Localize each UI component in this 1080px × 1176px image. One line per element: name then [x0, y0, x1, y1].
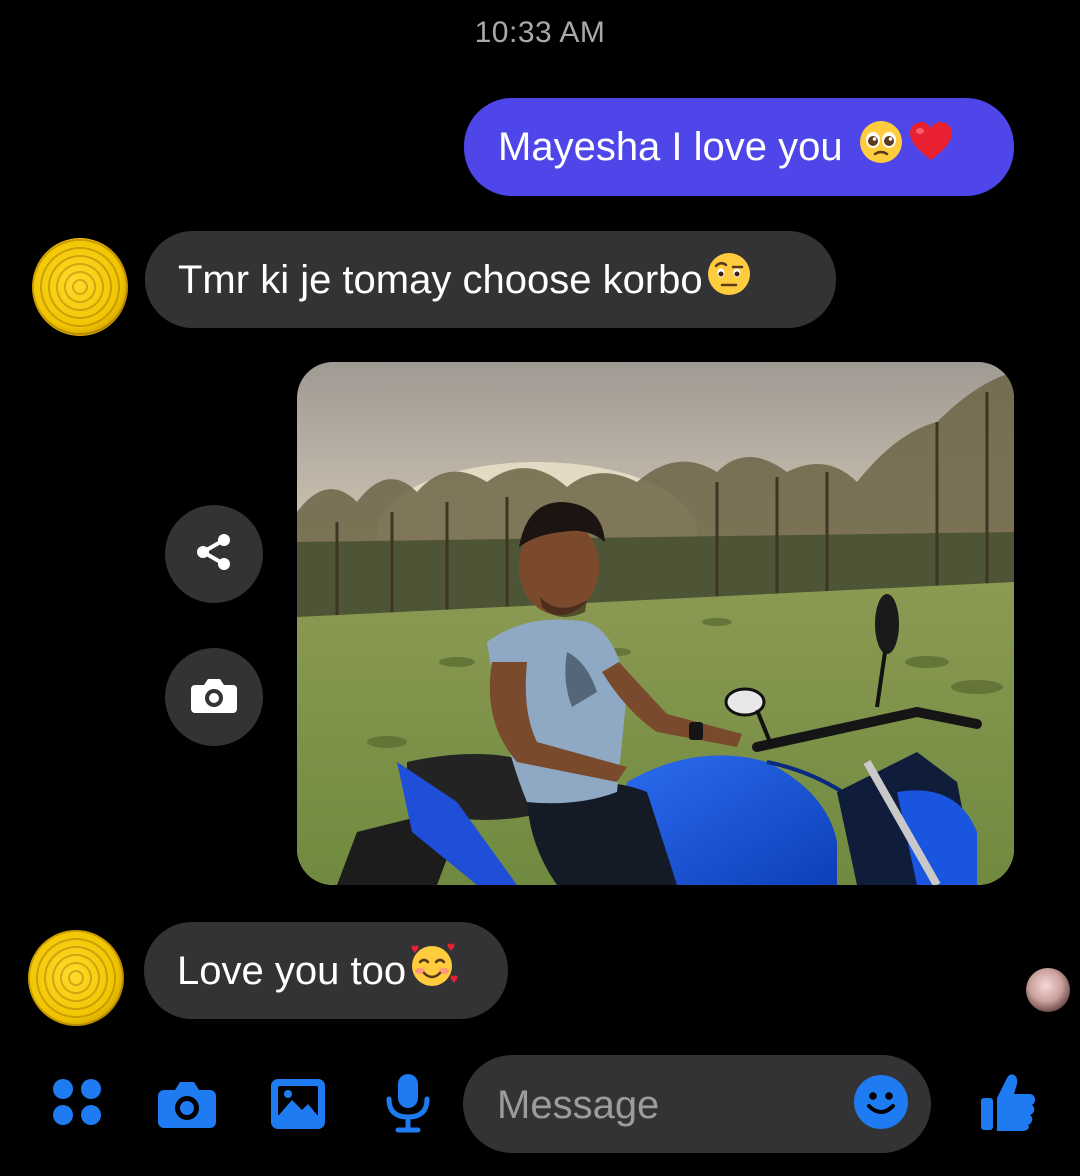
sent-message-bubble[interactable]: Mayesha I love you — [464, 98, 1014, 196]
photo-image — [297, 362, 1014, 885]
message-text: Mayesha I love you — [498, 125, 843, 169]
camera-icon — [157, 1078, 217, 1135]
gallery-icon — [270, 1078, 326, 1135]
received-message-bubble[interactable]: Tmr ki je tomay choose korbo — [145, 231, 836, 328]
face-with-raised-eyebrow-emoji — [705, 250, 753, 309]
camera-save-button[interactable] — [165, 648, 263, 746]
red-heart-emoji — [907, 118, 955, 177]
share-icon — [192, 530, 236, 579]
share-button[interactable] — [165, 505, 263, 603]
camera-button[interactable] — [157, 1080, 217, 1132]
contact-avatar[interactable] — [32, 238, 128, 336]
like-button[interactable] — [980, 1072, 1036, 1137]
seen-receipt-avatar — [1026, 968, 1070, 1012]
apps-icon — [51, 1076, 103, 1133]
microphone-icon — [386, 1073, 430, 1138]
emoji-button[interactable] — [853, 1074, 909, 1135]
message-composer[interactable] — [463, 1055, 931, 1153]
message-text: Tmr ki je tomay choose korbo — [178, 257, 703, 302]
contact-avatar[interactable] — [28, 930, 124, 1026]
message-input[interactable] — [495, 1077, 839, 1133]
photo-message[interactable] — [297, 362, 1014, 885]
thumbs-up-icon — [980, 1072, 1036, 1137]
microphone-button[interactable] — [386, 1073, 430, 1138]
pleading-face-emoji — [857, 118, 905, 177]
gallery-button[interactable] — [270, 1078, 326, 1135]
smiling-face-with-hearts-emoji — [408, 941, 458, 1000]
camera-icon — [189, 673, 239, 722]
emoji-icon — [853, 1074, 909, 1135]
timestamp: 10:33 AM — [474, 16, 606, 49]
message-text: Love you too — [177, 948, 407, 993]
apps-button[interactable] — [50, 1076, 104, 1132]
received-message-bubble[interactable]: Love you too — [144, 922, 508, 1019]
